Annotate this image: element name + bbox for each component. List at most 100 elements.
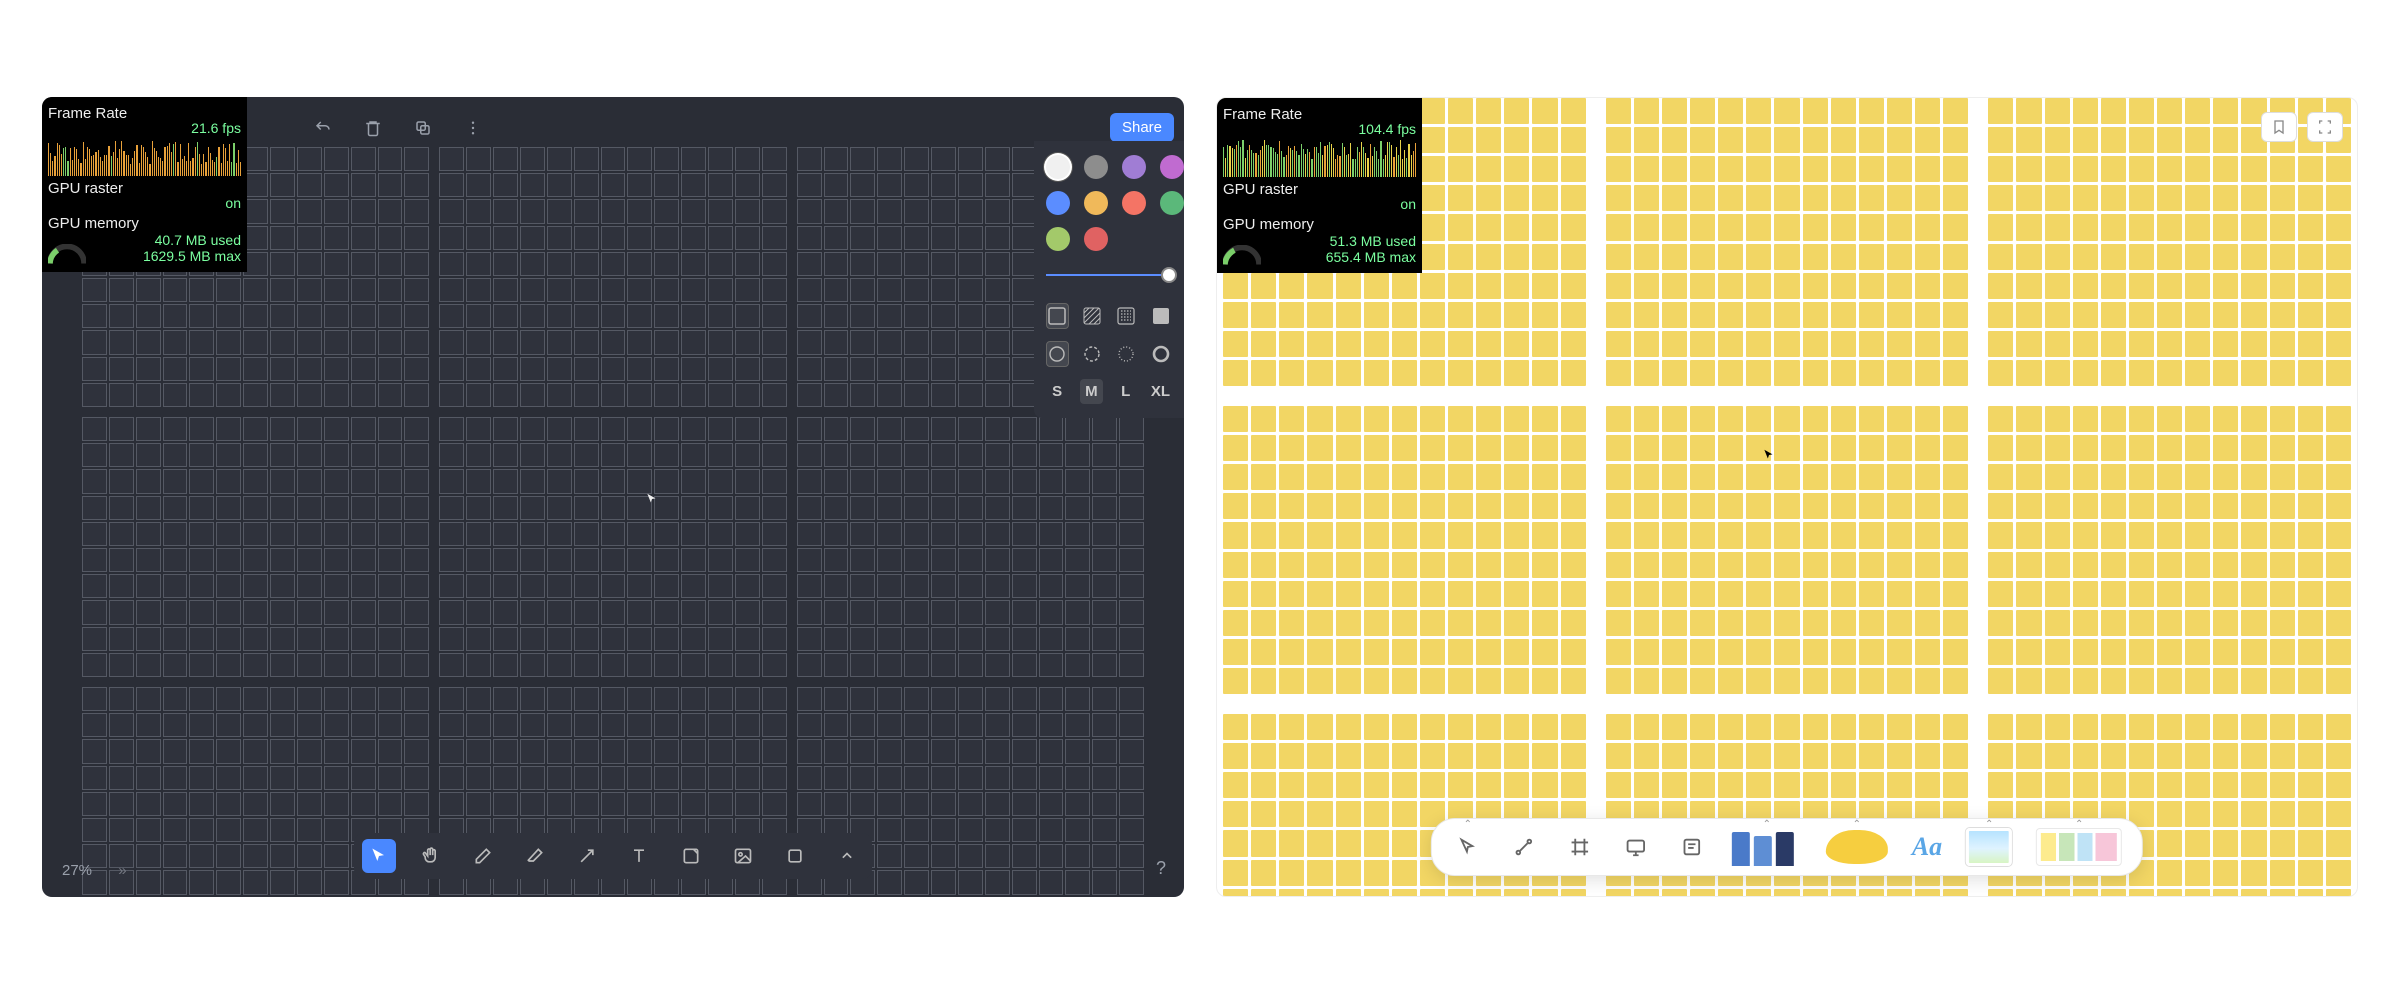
perf-gpuraster-value: on [225, 195, 241, 211]
fill-style-row [1046, 303, 1172, 329]
image-tool-icon[interactable] [726, 839, 760, 873]
perf-fps-value: 21.6 fps [191, 120, 241, 136]
picture-icon [1966, 828, 2012, 866]
hand-tool-icon[interactable] [414, 839, 448, 873]
perf-gpumem-label: GPU memory [1223, 216, 1314, 233]
draw-tool-icon[interactable] [466, 839, 500, 873]
color-swatch[interactable] [1160, 191, 1184, 215]
perf-gpuraster-value: on [1400, 196, 1416, 212]
perf-gpumem-used: 40.7 MB used [92, 232, 241, 248]
color-swatch[interactable] [1046, 227, 1070, 251]
picture-tool[interactable]: ⌃ [1960, 825, 2018, 869]
color-swatch[interactable] [1160, 155, 1184, 179]
note-tool-icon[interactable] [674, 839, 708, 873]
pointer-tool-icon[interactable]: ⌃ [1446, 825, 1490, 869]
cell-cluster [82, 417, 429, 677]
perf-gpuraster-label: GPU raster [48, 180, 123, 197]
fill-pattern-icon[interactable] [1081, 303, 1103, 329]
connector-tool-icon[interactable] [1502, 825, 1546, 869]
blob-icon [1826, 830, 1888, 864]
color-swatch[interactable] [1122, 155, 1146, 179]
expand-tool-icon[interactable] [830, 839, 864, 873]
fit-icon[interactable] [2307, 112, 2343, 142]
perf-overlay-left: Frame Rate 21.6 fps GPU raster on GPU me… [42, 97, 247, 272]
trash-icon[interactable] [362, 117, 384, 139]
text-tool-icon[interactable] [622, 839, 656, 873]
text-tool-button[interactable]: Aa [1906, 825, 1948, 869]
stroke-thick-icon[interactable] [1150, 341, 1172, 367]
stroke-thin-icon[interactable] [1046, 341, 1069, 367]
chevron-up-icon: ⌃ [1853, 819, 1861, 830]
cell-cluster [797, 417, 1144, 677]
undo-icon[interactable] [312, 117, 334, 139]
shape-blob-tool[interactable]: ⌃ [1820, 825, 1894, 869]
left-app: Share Frame Rate 21.6 fps GPU raster on … [42, 97, 1184, 897]
perf-gpumem-max: 655.4 MB max [1267, 249, 1416, 265]
cursor-icon [1762, 448, 1772, 458]
perf-gpumem-label: GPU memory [48, 215, 139, 232]
color-swatch[interactable] [1084, 227, 1108, 251]
chevron-up-icon: ⌃ [1464, 819, 1472, 830]
perf-overlay-right: Frame Rate 104.4 fps GPU raster on GPU m… [1217, 98, 1422, 273]
chevron-up-icon: ⌃ [1985, 819, 1993, 830]
size-l-button[interactable]: L [1115, 379, 1137, 404]
bottom-toolbar [354, 833, 872, 879]
fill-pattern2-icon[interactable] [1115, 303, 1137, 329]
fps-sparkline [1223, 139, 1416, 177]
top-toolbar [312, 117, 484, 139]
perf-fps-value: 104.4 fps [1358, 121, 1416, 137]
yellow-cluster [1606, 98, 1969, 386]
size-s-button[interactable]: S [1046, 379, 1068, 404]
fill-none-icon[interactable] [1046, 303, 1069, 329]
perf-gpumem-used: 51.3 MB used [1267, 233, 1416, 249]
right-bottom-toolbar: ⌃ ⌃ ⌃ Aa ⌃ ⌃ [1431, 818, 2143, 876]
perf-framerate-label: Frame Rate [48, 105, 127, 122]
yellow-cluster [1223, 406, 1586, 694]
color-swatch[interactable] [1084, 155, 1108, 179]
gauge-icon [1223, 245, 1261, 265]
share-button[interactable]: Share [1110, 113, 1174, 142]
boards-icon [2036, 828, 2122, 866]
select-tool-icon[interactable] [362, 839, 396, 873]
stroke-style-row [1046, 341, 1172, 367]
help-button[interactable]: ? [1156, 858, 1166, 879]
size-options: SML XL [1046, 379, 1172, 404]
duplicate-icon[interactable] [412, 117, 434, 139]
fill-solid-icon[interactable] [1150, 303, 1172, 329]
opacity-slider[interactable] [1046, 265, 1172, 285]
more-icon[interactable] [462, 117, 484, 139]
color-swatch[interactable] [1084, 191, 1108, 215]
property-panel: SML XL [1034, 141, 1184, 418]
markers-icon [1732, 828, 1802, 866]
stroke-dotted-icon[interactable] [1115, 341, 1137, 367]
size-xl-button[interactable]: XL [1149, 379, 1172, 404]
color-swatch[interactable] [1046, 155, 1070, 179]
size-m-button[interactable]: M [1080, 379, 1102, 404]
perf-gpuraster-label: GPU raster [1223, 181, 1298, 198]
fps-sparkline [48, 138, 241, 176]
eraser-tool-icon[interactable] [518, 839, 552, 873]
cursor-icon [645, 492, 655, 502]
color-swatch[interactable] [1122, 191, 1146, 215]
chevron-up-icon: ⌃ [1763, 819, 1771, 830]
boards-tool[interactable]: ⌃ [2030, 825, 2128, 869]
right-app: Frame Rate 104.4 fps GPU raster on GPU m… [1216, 97, 2358, 897]
arrow-tool-icon[interactable] [570, 839, 604, 873]
frames-tool-icon[interactable] [1558, 825, 1602, 869]
shape-tool-icon[interactable] [778, 839, 812, 873]
cell-cluster [439, 417, 786, 677]
yellow-cluster [1606, 406, 1969, 694]
markers-tool[interactable]: ⌃ [1726, 825, 1808, 869]
perf-gpumem-max: 1629.5 MB max [92, 248, 241, 264]
color-swatch[interactable] [1046, 191, 1070, 215]
perf-framerate-label: Frame Rate [1223, 106, 1302, 123]
bookmark-icon[interactable] [2261, 112, 2297, 142]
sticky-tool-icon[interactable] [1670, 825, 1714, 869]
top-right-controls [2261, 112, 2343, 142]
text-tool-label: Aa [1912, 832, 1942, 862]
cell-cluster [439, 147, 786, 407]
stroke-dashed-icon[interactable] [1081, 341, 1103, 367]
color-swatches [1046, 155, 1172, 251]
present-tool-icon[interactable] [1614, 825, 1658, 869]
zoom-level[interactable]: 27% » [62, 862, 124, 879]
